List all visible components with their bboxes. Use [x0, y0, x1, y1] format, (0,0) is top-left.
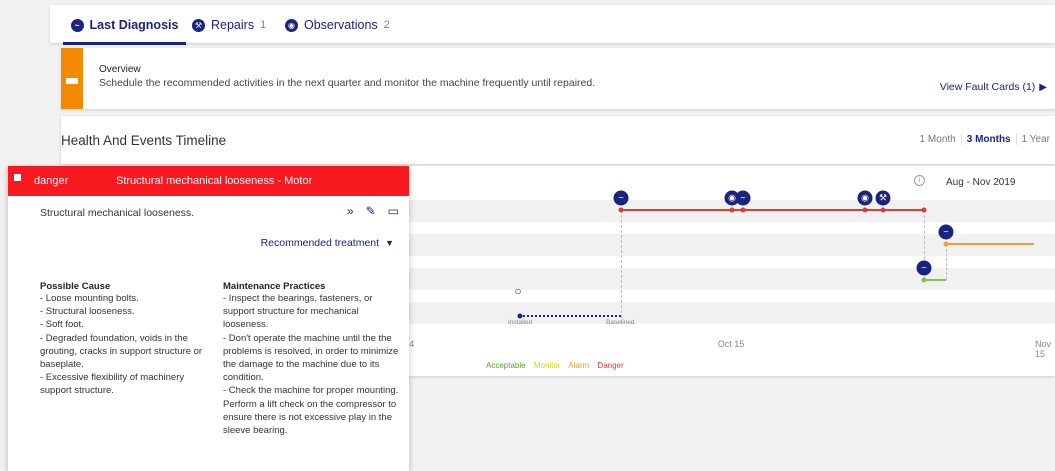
- range-1-month[interactable]: 1 Month: [915, 134, 961, 145]
- wrench-icon: ⚒: [192, 18, 205, 32]
- observation-event-icon[interactable]: ◉: [857, 190, 873, 206]
- maintenance-section: Maintenance Practices - Inspect the bear…: [223, 281, 403, 437]
- range-selector: 1 Month 3 Months 1 Year: [915, 134, 1055, 145]
- diagnosis-event-icon[interactable]: ~: [938, 224, 954, 240]
- select-checkbox[interactable]: [14, 174, 21, 181]
- overview-title: Overview: [99, 64, 141, 75]
- popup-actions: » ✎ ▭: [347, 204, 399, 218]
- tab-label: Repairs: [211, 18, 255, 32]
- lane-monitor: [395, 268, 1055, 290]
- timeline-legend: Acceptable Monitor Alarm Danger: [486, 361, 630, 370]
- info-icon[interactable]: i: [914, 175, 925, 186]
- fault-card-popup: danger Structural mechanical looseness -…: [8, 166, 409, 471]
- legend-monitor: Monitor: [533, 361, 561, 370]
- monitor-segment: [924, 279, 946, 281]
- delete-icon[interactable]: ▭: [388, 204, 399, 218]
- overview-card: Overview Schedule the recommended activi…: [61, 48, 1055, 109]
- tab-label: Last Diagnosis: [89, 18, 179, 32]
- lane-danger: [395, 200, 1055, 222]
- lightbulb-icon[interactable]: ○: [512, 284, 524, 300]
- tabs-bar: ~ Last Diagnosis ⚒ Repairs 1 ◉ Observati…: [50, 5, 1055, 45]
- transition-line: [621, 210, 622, 318]
- collapse-icon[interactable]: »: [347, 204, 354, 218]
- tab-observations[interactable]: ◉ Observations 2: [285, 5, 390, 45]
- practice-title: Maintenance Practices: [223, 281, 326, 292]
- range-1-year[interactable]: 1 Year: [1017, 134, 1055, 145]
- machine-icon: [66, 78, 78, 84]
- axis-tick-label: Oct 15: [717, 339, 745, 349]
- tab-count: 2: [383, 19, 390, 31]
- period-label: Aug - Nov 2019: [946, 177, 1016, 188]
- timeline-chart: i Aug - Nov 2019 Installed Baselined ○ ~…: [392, 166, 1055, 376]
- fault-description: Structural mechanical looseness.: [40, 207, 195, 219]
- cause-title: Possible Cause: [40, 281, 111, 292]
- overview-accent: [61, 48, 83, 109]
- legend-acceptable: Acceptable: [486, 361, 526, 370]
- overview-text: Schedule the recommended activities in t…: [99, 77, 596, 89]
- range-3-months[interactable]: 3 Months: [960, 134, 1017, 145]
- diagnosis-event-icon[interactable]: ~: [613, 190, 629, 206]
- alarm-point: [943, 241, 949, 247]
- treatment-label: Recommended treatment: [260, 237, 380, 249]
- installed-label: Installed: [508, 319, 533, 326]
- view-fault-cards-link[interactable]: View Fault Cards (1) ▶: [940, 81, 1047, 93]
- severity-label: danger: [34, 175, 69, 187]
- lane-alarm: [395, 234, 1055, 256]
- transition-line: [946, 244, 947, 280]
- tab-repairs[interactable]: ⚒ Repairs 1: [192, 5, 266, 45]
- recommended-treatment-toggle[interactable]: Recommended treatment ▼: [261, 237, 394, 249]
- possible-cause-section: Possible Cause - Loose mounting bolts. -…: [40, 281, 215, 398]
- danger-point: [740, 207, 746, 213]
- danger-segment: [621, 209, 924, 211]
- diagnosis-event-icon[interactable]: ~: [916, 260, 932, 276]
- practice-text: - Inspect the bearings, fasteners, or su…: [223, 293, 399, 437]
- baseline-segment: [520, 315, 621, 317]
- danger-point: [618, 207, 624, 213]
- alarm-segment: [946, 243, 1034, 245]
- lane-acceptable: [395, 302, 1055, 324]
- triangle-right-icon: ▶: [1039, 81, 1047, 93]
- timeline-title: Health And Events Timeline: [61, 133, 227, 148]
- legend-danger: Danger: [597, 361, 624, 370]
- popup-header: danger Structural mechanical looseness -…: [8, 166, 409, 196]
- tab-label: Observations: [304, 18, 378, 32]
- danger-point: [862, 207, 868, 213]
- baselined-label: Baselined: [606, 319, 635, 326]
- tab-last-diagnosis[interactable]: ~ Last Diagnosis: [63, 5, 186, 45]
- diagnosis-event-icon[interactable]: ~: [735, 190, 751, 206]
- fault-title: Structural mechanical looseness - Motor: [116, 175, 313, 187]
- active-tab-indicator: [63, 42, 186, 45]
- chart-line-icon: ~: [70, 18, 84, 32]
- timeline-header: Health And Events Timeline 1 Month 3 Mon…: [61, 116, 1055, 164]
- tab-count: 1: [260, 19, 267, 31]
- caret-down-icon: ▼: [385, 238, 394, 248]
- view-fault-cards-label: View Fault Cards (1): [939, 81, 1036, 93]
- edit-icon[interactable]: ✎: [366, 204, 376, 218]
- danger-point: [729, 207, 735, 213]
- repair-event-icon[interactable]: ⚒: [875, 190, 891, 206]
- legend-alarm: Alarm: [568, 361, 590, 370]
- installed-point: [517, 313, 523, 319]
- danger-point: [880, 207, 886, 213]
- axis-tick-label: Nov 15: [1034, 339, 1052, 359]
- cause-text: - Loose mounting bolts. - Structural loo…: [40, 293, 203, 397]
- danger-point: [921, 207, 927, 213]
- monitor-point: [921, 277, 927, 283]
- eye-icon: ◉: [285, 18, 298, 32]
